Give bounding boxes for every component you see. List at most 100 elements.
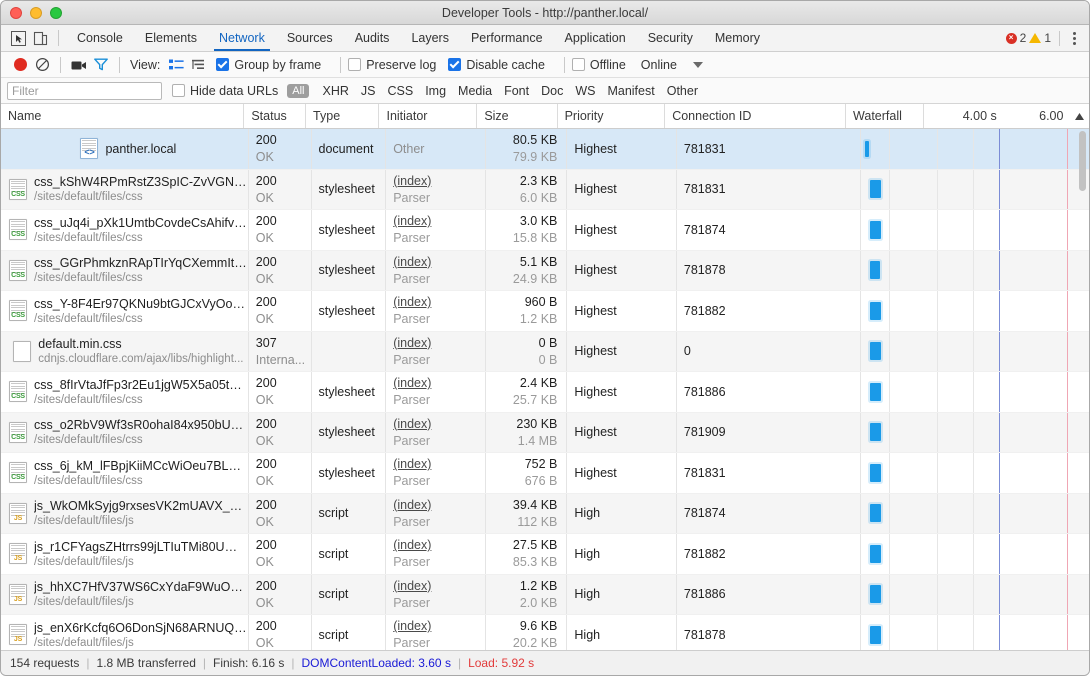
offline-checkbox[interactable]: Offline <box>571 58 626 72</box>
initiator-link[interactable]: Other <box>393 142 485 156</box>
table-row[interactable]: CSS css_kShW4RPmRstZ3SpIC-ZvVGNFV.../site… <box>1 169 1089 210</box>
filter-type-media[interactable]: Media <box>452 84 498 98</box>
table-row[interactable]: CSS css_6j_kM_lFBpjKiiMCcWiOeu7BL5nlp... /… <box>1 453 1089 494</box>
table-row[interactable]: CSS css_Y-8F4Er97QKNu9btGJCxVyOoN.../site… <box>1 291 1089 332</box>
cell-waterfall[interactable] <box>861 493 1089 533</box>
preserve-log-checkbox[interactable]: Preserve log <box>348 58 436 72</box>
initiator-link[interactable]: (index) <box>393 417 485 431</box>
filter-type-all[interactable]: All <box>287 83 310 98</box>
filter-type-xhr[interactable]: XHR <box>316 84 354 98</box>
capture-screenshots-button[interactable] <box>68 55 90 75</box>
cell-name[interactable]: default.min.css cdnjs.cloudflare.com/ajax… <box>1 331 249 371</box>
record-button[interactable] <box>9 55 31 75</box>
clear-button[interactable] <box>31 55 53 75</box>
cell-waterfall[interactable] <box>861 210 1089 250</box>
cell-waterfall[interactable] <box>861 574 1089 614</box>
initiator-link[interactable]: (index) <box>393 295 485 309</box>
initiator-link[interactable]: (index) <box>393 619 485 633</box>
column-header-size[interactable]: Size <box>477 104 558 128</box>
initiator-link[interactable]: (index) <box>393 174 485 188</box>
initiator-link[interactable]: (index) <box>393 538 485 552</box>
filter-type-manifest[interactable]: Manifest <box>601 84 660 98</box>
tab-elements[interactable]: Elements <box>134 25 208 51</box>
cell-waterfall[interactable] <box>861 291 1089 331</box>
requests-scrollbar-thumb[interactable] <box>1079 131 1086 191</box>
cell-name[interactable]: JS js_enX6rKcfq6O6DonSjN68ARNUQbF.../site… <box>1 615 249 655</box>
filter-type-ws[interactable]: WS <box>569 84 601 98</box>
tab-network[interactable]: Network <box>208 25 276 51</box>
initiator-link[interactable]: (index) <box>393 255 485 269</box>
column-header-waterfall[interactable]: Waterfall <box>846 104 925 128</box>
more-options-icon[interactable] <box>1068 31 1081 45</box>
cell-name[interactable]: JS js_r1CFYagsZHtrrs99jLTIuTMi80UWH.../si… <box>1 534 249 574</box>
cell-name[interactable]: CSS css_Y-8F4Er97QKNu9btGJCxVyOoN.../site… <box>1 291 249 331</box>
cell-name[interactable]: CSS css_uJq4i_pXk1UmtbCovdeCsAhifvrA.../s… <box>1 210 249 250</box>
cell-waterfall[interactable] <box>861 453 1089 493</box>
initiator-link[interactable]: (index) <box>393 457 485 471</box>
group-by-frame-checkbox[interactable]: Group by frame <box>216 58 321 72</box>
inspect-element-icon[interactable] <box>7 28 29 48</box>
filter-input[interactable] <box>7 81 162 100</box>
column-header-type[interactable]: Type <box>306 104 380 128</box>
tab-console[interactable]: Console <box>66 25 134 51</box>
disable-cache-checkbox[interactable]: Disable cache <box>448 58 545 72</box>
table-row[interactable]: CSS css_uJq4i_pXk1UmtbCovdeCsAhifvrA.../s… <box>1 210 1089 251</box>
cell-name[interactable]: CSS css_GGrPhmkznRApTIrYqCXemmItDR.../sit… <box>1 250 249 290</box>
cell-name[interactable]: CSS css_kShW4RPmRstZ3SpIC-ZvVGNFV.../site… <box>1 169 249 209</box>
table-row[interactable]: JS js_hhXC7HfV37WS6CxYdaF9WuOsbd.../sites… <box>1 574 1089 615</box>
filter-type-img[interactable]: Img <box>419 84 452 98</box>
filter-toggle-button[interactable] <box>90 55 112 75</box>
cell-name[interactable]: CSS css_o2RbV9Wf3sR0ohaI84x950bURrt.../si… <box>1 412 249 452</box>
column-header-name[interactable]: Name <box>1 104 245 128</box>
initiator-link[interactable]: (index) <box>393 376 485 390</box>
table-row[interactable]: <> panther.local 200 OK document Other 80.5 KB… <box>1 129 1089 170</box>
cell-waterfall[interactable] <box>861 372 1089 412</box>
initiator-link[interactable]: (index) <box>393 214 485 228</box>
filter-type-css[interactable]: CSS <box>381 84 419 98</box>
cell-name[interactable]: CSS css_8fIrVtaJfFp3r2Eu1jgW5X5a05tQz... /… <box>1 372 249 412</box>
initiator-link[interactable]: (index) <box>393 498 485 512</box>
error-badge[interactable]: × 2 <box>1005 31 1026 45</box>
cell-name[interactable]: CSS css_6j_kM_lFBpjKiiMCcWiOeu7BL5nlp... /… <box>1 453 249 493</box>
filter-type-doc[interactable]: Doc <box>535 84 569 98</box>
hide-data-urls-checkbox[interactable]: Hide data URLs <box>172 84 278 98</box>
tab-layers[interactable]: Layers <box>400 25 460 51</box>
tab-sources[interactable]: Sources <box>276 25 344 51</box>
filter-type-font[interactable]: Font <box>498 84 535 98</box>
throttling-value[interactable]: Online <box>641 58 677 72</box>
table-row[interactable]: JS js_r1CFYagsZHtrrs99jLTIuTMi80UWH.../si… <box>1 534 1089 575</box>
cell-waterfall[interactable] <box>861 169 1089 209</box>
minimize-window-button[interactable] <box>30 6 42 19</box>
table-row[interactable]: default.min.css cdnjs.cloudflare.com/ajax… <box>1 331 1089 372</box>
column-header-connection-id[interactable]: Connection ID <box>665 104 847 128</box>
filter-type-js[interactable]: JS <box>355 84 382 98</box>
cell-name[interactable]: JS js_hhXC7HfV37WS6CxYdaF9WuOsbd.../sites… <box>1 574 249 614</box>
tab-audits[interactable]: Audits <box>344 25 401 51</box>
table-row[interactable]: CSS css_8fIrVtaJfFp3r2Eu1jgW5X5a05tQz... /… <box>1 372 1089 413</box>
filter-type-other[interactable]: Other <box>661 84 704 98</box>
cell-waterfall[interactable] <box>861 250 1089 290</box>
tab-performance[interactable]: Performance <box>460 25 554 51</box>
waterfall-view-button[interactable] <box>187 55 209 75</box>
cell-name[interactable]: <> panther.local <box>1 129 249 169</box>
cell-waterfall[interactable] <box>861 412 1089 452</box>
cell-waterfall[interactable] <box>861 331 1089 371</box>
list-view-button[interactable] <box>165 55 187 75</box>
requests-scrollbar[interactable] <box>1078 129 1088 648</box>
table-row[interactable]: CSS css_GGrPhmkznRApTIrYqCXemmItDR.../sit… <box>1 250 1089 291</box>
toggle-device-toolbar-icon[interactable] <box>29 28 51 48</box>
maximize-window-button[interactable] <box>50 6 62 19</box>
cell-name[interactable]: JS js_WkOMkSyjg9rxsesVK2mUAVX_dhZ.../site… <box>1 493 249 533</box>
cell-waterfall[interactable] <box>861 534 1089 574</box>
tab-security[interactable]: Security <box>637 25 704 51</box>
table-row[interactable]: CSS css_o2RbV9Wf3sR0ohaI84x950bURrt.../si… <box>1 412 1089 453</box>
tab-memory[interactable]: Memory <box>704 25 771 51</box>
sort-ascending-icon[interactable] <box>1069 104 1089 128</box>
column-header-priority[interactable]: Priority <box>558 104 666 128</box>
table-row[interactable]: JS js_WkOMkSyjg9rxsesVK2mUAVX_dhZ.../site… <box>1 493 1089 534</box>
cell-waterfall[interactable] <box>861 129 1089 169</box>
cell-waterfall[interactable] <box>861 615 1089 655</box>
column-header-initiator[interactable]: Initiator <box>379 104 478 128</box>
warning-badge[interactable]: 1 <box>1029 31 1051 45</box>
tab-application[interactable]: Application <box>554 25 637 51</box>
